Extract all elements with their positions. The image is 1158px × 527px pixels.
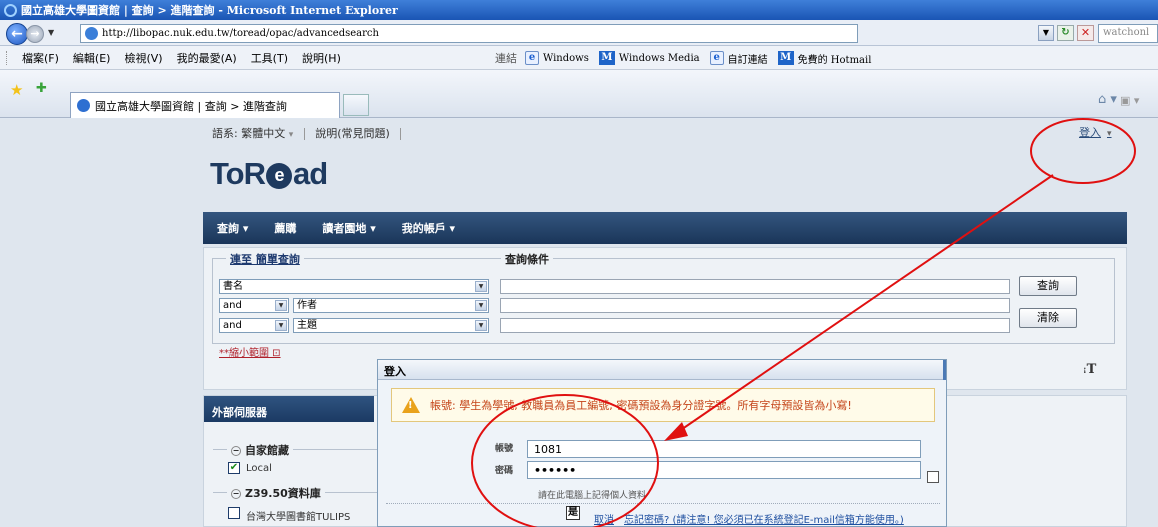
refresh-button[interactable]: ↻ (1057, 25, 1074, 41)
login-link[interactable]: 登入 ▾ (1079, 124, 1112, 140)
forgot-password-link[interactable]: 忘記密碼? (請注意! 您必須已在系統登記E-mail信箱方能使用。) (624, 511, 904, 526)
login-warning: ! 帳號: 學生為學號, 教職員為員工編號; 密碼預設為身分證字號。所有字母預設… (391, 388, 935, 422)
tab-bar: ★ ✚ 國立高雄大學圖資館 | 查詢 > 進階查詢 ⌂ ▾ ▣ ▾ (0, 70, 1158, 118)
window-title-bar: 國立高雄大學圖資館 | 查詢 > 進階查詢 - Microsoft Intern… (0, 0, 1158, 20)
nav-account[interactable]: 我的帳戶 ▾ (402, 220, 455, 236)
login-dialog: 登入 ! 帳號: 學生為學號, 教職員為員工編號; 密碼預設為身分證字號。所有字… (377, 359, 947, 527)
collapse-icon[interactable]: − (231, 489, 241, 499)
toolbar-grip (6, 50, 9, 65)
term-input-2[interactable] (500, 298, 1010, 313)
tulips-label: 台灣大學圖書館TULIPS (246, 512, 351, 523)
nav-search[interactable]: 查詢 ▾ (217, 220, 248, 236)
account-field[interactable]: 1081 (527, 440, 921, 458)
term-input-1[interactable] (500, 279, 1010, 294)
narrow-scope-link[interactable]: **縮小範圍 ⊡ (219, 344, 281, 359)
search-input[interactable]: watchonl (1098, 24, 1158, 43)
msn-icon: M (598, 51, 615, 65)
link-hotmail[interactable]: M 免費的 Hotmail (777, 51, 871, 66)
window-title: 國立高雄大學圖資館 | 查詢 > 進階查詢 - Microsoft Intern… (21, 4, 398, 17)
menu-edit[interactable]: 編輯(E) (66, 50, 118, 66)
toread-logo: ToR e ad (210, 156, 328, 191)
tab-page-icon (77, 99, 90, 112)
cancel-link[interactable]: 取消 (594, 511, 614, 526)
nav-recommend[interactable]: 薦購 (274, 220, 296, 236)
msn-icon: M (777, 51, 794, 65)
tab-title: 國立高雄大學圖資館 | 查詢 > 進階查詢 (95, 99, 287, 113)
ie-logo-icon (4, 3, 17, 17)
remember-text: 請在此電腦上記得個人資料 (538, 491, 647, 501)
field-select-3[interactable]: 主題 ▼ (293, 318, 489, 333)
local-label: Local (246, 463, 272, 474)
favorites-star-icon[interactable]: ★ (10, 81, 23, 99)
main-nav: 查詢 ▾ 薦購 讀者園地 ▾ 我的帳戶 ▾ (203, 212, 1127, 244)
simple-search-link[interactable]: 連至 簡單查詢 (226, 251, 304, 267)
warning-text: 帳號: 學生為學號, 教職員為員工編號; 密碼預設為身分證字號。所有字母預設皆為… (430, 399, 852, 412)
links-toolbar: 連結 e Windows M Windows Media e 自訂連結 M 免費的 Ho… (495, 46, 881, 70)
search-button[interactable]: 查詢 (1019, 276, 1077, 296)
conditions-title: 查詢條件 (501, 251, 553, 267)
language-select[interactable]: 語系: 繁體中文 (212, 127, 285, 140)
back-button[interactable]: ← (6, 23, 28, 45)
confirm-button[interactable]: 是 (566, 506, 580, 520)
external-servers-header: 外部伺服器 (204, 396, 374, 422)
new-tab-button[interactable] (343, 94, 369, 116)
remember-checkbox[interactable] (927, 471, 939, 483)
nav-reader[interactable]: 讀者園地 ▾ (322, 220, 375, 236)
login-dialog-title: 登入 (378, 360, 946, 380)
ie-page-icon: e (709, 51, 724, 65)
link-windows[interactable]: e Windows (525, 51, 589, 65)
forward-arrow-icon: → (30, 27, 40, 40)
history-dropdown-icon[interactable]: ▼ (48, 28, 54, 37)
forward-button[interactable]: → (26, 25, 44, 43)
menu-bar: 檔案(F) 編輯(E) 檢視(V) 我的最愛(A) 工具(T) 說明(H) 連結… (0, 46, 1158, 70)
feeds-icon[interactable]: ▣ ▾ (1120, 94, 1139, 107)
chevron-down-icon: ▾ (1107, 129, 1112, 139)
address-dropdown-button[interactable]: ▼ (1038, 25, 1054, 41)
password-field[interactable]: •••••• (527, 461, 921, 479)
link-custom[interactable]: e 自訂連結 (709, 51, 768, 66)
address-url: http://libopac.nuk.edu.tw/toread/opac/ad… (102, 28, 379, 39)
menu-tools[interactable]: 工具(T) (244, 50, 295, 66)
add-favorites-icon[interactable]: ✚ (36, 81, 47, 96)
language-bar: 語系: 繁體中文 ▾ 說明(常見問題) (212, 125, 408, 141)
address-input[interactable]: http://libopac.nuk.edu.tw/toread/opac/ad… (80, 24, 858, 43)
stop-button[interactable]: ✕ (1077, 25, 1094, 41)
tab-current[interactable]: 國立高雄大學圖資館 | 查詢 > 進階查詢 (70, 92, 340, 118)
term-input-3[interactable] (500, 318, 1010, 333)
help-link[interactable]: 說明(常見問題) (315, 127, 390, 140)
address-toolbar: ← → ▼ http://libopac.nuk.edu.tw/toread/o… (0, 20, 1158, 46)
menu-view[interactable]: 檢視(V) (117, 50, 169, 66)
links-label: 連結 (495, 52, 517, 65)
menu-favorites[interactable]: 我的最愛(A) (170, 50, 244, 66)
page-icon (85, 27, 98, 40)
font-size-icon[interactable]: ꜟT (1083, 362, 1096, 377)
local-checkbox[interactable]: ✔ (228, 462, 240, 474)
menu-file[interactable]: 檔案(F) (15, 50, 66, 66)
ie-page-icon: e (525, 51, 539, 65)
link-windows-media[interactable]: M Windows Media (598, 51, 700, 65)
menu-help[interactable]: 說明(H) (295, 50, 348, 66)
op-select-3[interactable]: and ▼ (219, 318, 289, 333)
tulips-checkbox[interactable] (228, 507, 240, 519)
clear-button[interactable]: 清除 (1019, 308, 1077, 328)
password-label: 密碼 (495, 466, 514, 476)
op-select-2[interactable]: and ▼ (219, 298, 289, 313)
field-select-1[interactable]: 書名 ▼ (219, 279, 489, 294)
collapse-icon[interactable]: − (231, 446, 241, 456)
account-label: 帳號 (495, 444, 514, 454)
warning-icon: ! (402, 397, 420, 413)
home-icon[interactable]: ⌂ ▾ (1098, 92, 1117, 107)
field-select-2[interactable]: 作者 ▼ (293, 298, 489, 313)
back-arrow-icon: ← (11, 26, 23, 42)
